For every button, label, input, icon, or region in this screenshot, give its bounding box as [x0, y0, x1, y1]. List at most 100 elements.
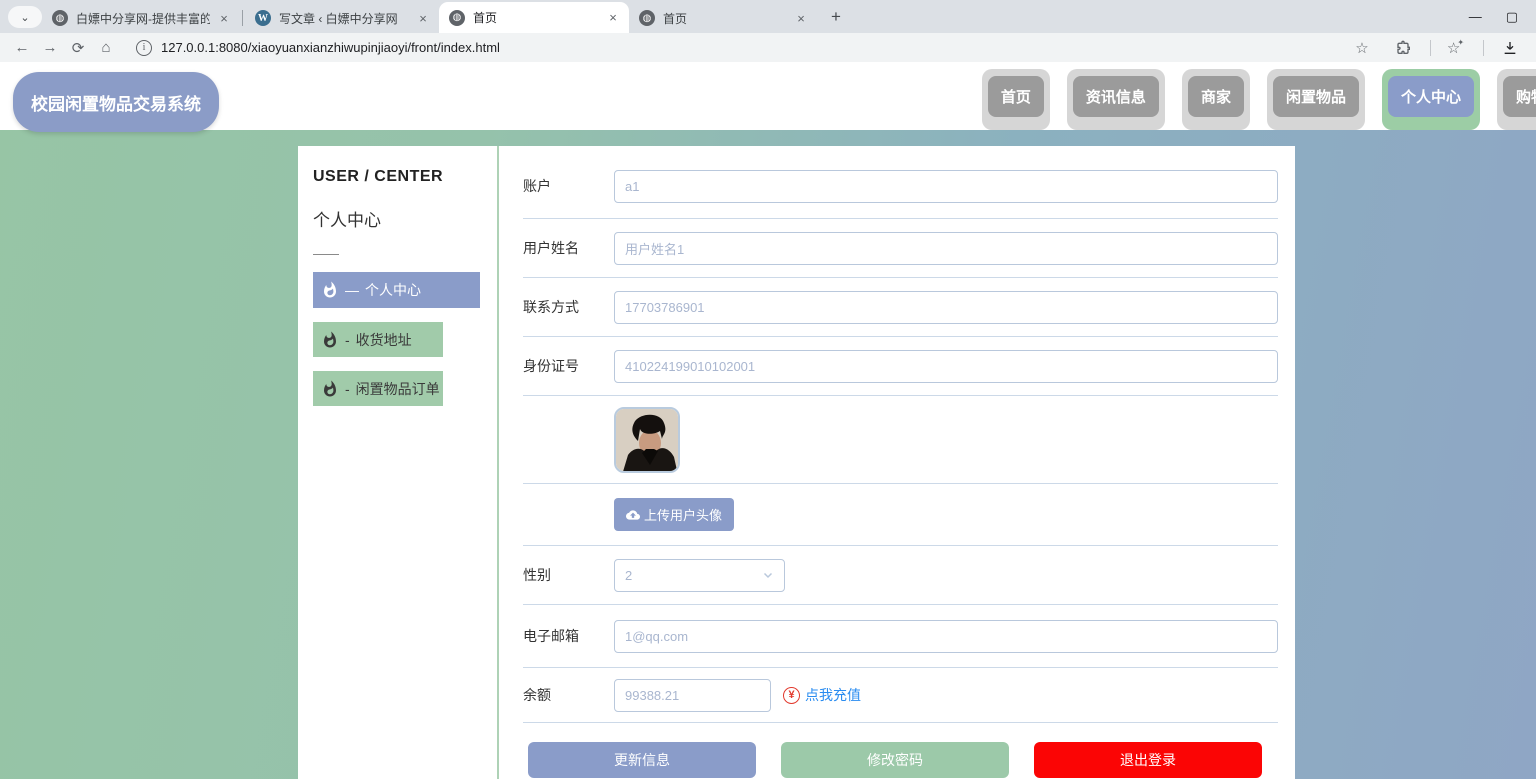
nav-user-center[interactable]: 个人中心	[1381, 69, 1480, 130]
sidebar-item-user-center[interactable]: — 个人中心	[313, 272, 480, 308]
phone-input[interactable]	[614, 290, 1278, 324]
nav-label: 个人中心	[1387, 76, 1474, 117]
account-input[interactable]	[614, 169, 1278, 203]
update-info-button[interactable]: 更新信息	[528, 741, 756, 778]
nav-label: 首页	[987, 76, 1044, 117]
field-label: 余额	[523, 687, 551, 703]
reload-icon[interactable]: ⟳	[66, 36, 90, 60]
url-text[interactable]: 127.0.0.1:8080/xiaoyuanxianzhiwupinjiaoy…	[161, 40, 1350, 55]
extensions-puzzle-icon[interactable]	[1392, 36, 1416, 60]
globe-favicon-icon: ◍	[52, 10, 68, 26]
tab-search-button[interactable]: ⌄	[8, 6, 42, 28]
form-row-phone: 联系方式	[523, 278, 1278, 337]
browser-tab-3-active[interactable]: ◍ 首页 ×	[439, 2, 629, 33]
nav-home[interactable]: 首页	[981, 69, 1050, 130]
form-row-avatar	[523, 396, 1278, 484]
toolbar-right-icons: ☆ ✦	[1392, 36, 1526, 60]
form-row-idcard: 身份证号	[523, 337, 1278, 396]
form-row-username: 用户姓名	[523, 219, 1278, 278]
field-label: 联系方式	[523, 299, 579, 315]
gender-value: 2	[625, 567, 633, 583]
email-input[interactable]	[614, 619, 1278, 653]
home-icon[interactable]: ⌂	[94, 36, 118, 60]
flame-icon	[324, 380, 336, 396]
sidebar-item-dash: -	[345, 380, 350, 397]
new-tab-button[interactable]: +	[823, 4, 849, 30]
back-icon[interactable]: ←	[10, 36, 34, 60]
browser-toolbar: ← → ⟳ ⌂ i 127.0.0.1:8080/xiaoyuanxianzhi…	[0, 33, 1536, 62]
tab-title: 首页	[473, 11, 498, 25]
sidebar-item-dash: —	[345, 282, 359, 298]
forward-icon[interactable]: →	[38, 36, 62, 60]
tab-close-icon[interactable]: ×	[793, 10, 809, 26]
form-row-email: 电子邮箱	[523, 605, 1278, 668]
sidebar-item-label: 闲置物品订单	[355, 380, 440, 397]
bookmark-star-icon[interactable]: ☆	[1350, 36, 1374, 60]
tab-title: 白嫖中分享网-提供丰富的 Java	[76, 11, 210, 26]
nav-label: 闲置物品	[1272, 76, 1359, 117]
recharge-area: ¥ 点我充值	[783, 685, 861, 705]
sparkle-star-icon[interactable]: ☆ ✦	[1445, 36, 1469, 60]
logout-button[interactable]: 退出登录	[1034, 741, 1262, 778]
nav-news[interactable]: 资讯信息	[1066, 69, 1165, 130]
nav-idle-goods[interactable]: 闲置物品	[1266, 69, 1365, 130]
field-label: 账户	[523, 178, 551, 194]
upload-avatar-button[interactable]: 上传用户头像	[614, 498, 735, 531]
form-row-account: 账户	[523, 146, 1278, 219]
browser-window: ⌄ ◍ 白嫖中分享网-提供丰富的 Java × W 写文章 ‹ 白嫖中分享网 ×…	[0, 0, 1536, 779]
nav-merchant[interactable]: 商家	[1181, 69, 1250, 130]
sidebar: USER / CENTER 个人中心 — 个人中心 - 收货地址 - 闲置物品订…	[298, 146, 499, 779]
globe-favicon-icon: ◍	[449, 9, 465, 26]
sidebar-item-label: 个人中心	[365, 282, 421, 298]
browser-tab-4[interactable]: ◍ 首页 ×	[629, 3, 817, 33]
wordpress-favicon-icon: W	[255, 10, 271, 26]
field-label: 性别	[523, 567, 551, 583]
sidebar-item-orders[interactable]: - 闲置物品订单	[313, 371, 443, 406]
nav-cart[interactable]: 购物车	[1496, 69, 1536, 130]
tab-separator	[242, 10, 243, 26]
tab-close-icon[interactable]: ×	[605, 10, 621, 26]
download-icon[interactable]	[1498, 36, 1522, 60]
tab-close-icon[interactable]: ×	[216, 10, 232, 26]
sidebar-item-dash: -	[345, 331, 350, 348]
yen-circle-icon: ¥	[783, 686, 800, 704]
tab-strip: ⌄ ◍ 白嫖中分享网-提供丰富的 Java × W 写文章 ‹ 白嫖中分享网 ×…	[0, 0, 1536, 33]
form-row-upload: 上传用户头像	[523, 484, 1278, 546]
idcard-input[interactable]	[614, 349, 1278, 383]
tab-close-icon[interactable]: ×	[415, 10, 431, 26]
balance-input[interactable]	[614, 678, 771, 712]
flame-icon	[324, 281, 336, 298]
sidebar-item-label: 收货地址	[355, 331, 412, 348]
change-password-button[interactable]: 修改密码	[781, 741, 1009, 778]
gender-select[interactable]: 2	[614, 558, 785, 592]
address-bar[interactable]: i 127.0.0.1:8080/xiaoyuanxianzhiwupinjia…	[128, 36, 1382, 60]
tab-title: 写文章 ‹ 白嫖中分享网	[279, 11, 398, 26]
toolbar-divider	[1430, 39, 1431, 56]
toolbar-divider	[1483, 39, 1484, 56]
sidebar-item-address[interactable]: - 收货地址	[313, 322, 443, 357]
nav-label: 购物车	[1502, 76, 1536, 117]
browser-tab-2[interactable]: W 写文章 ‹ 白嫖中分享网 ×	[245, 3, 439, 33]
browser-tab-1[interactable]: ◍ 白嫖中分享网-提供丰富的 Java ×	[42, 3, 240, 33]
globe-favicon-icon: ◍	[639, 10, 655, 26]
sidebar-menu: — 个人中心 - 收货地址 - 闲置物品订单	[313, 272, 497, 406]
flame-icon	[324, 331, 336, 347]
form-actions: 更新信息 修改密码 退出登录	[523, 723, 1278, 779]
recharge-link[interactable]: 点我充值	[805, 685, 861, 705]
sidebar-subheading: 个人中心	[313, 211, 381, 230]
upload-button-label: 上传用户头像	[644, 508, 723, 523]
sidebar-divider	[313, 254, 339, 255]
field-label: 身份证号	[523, 358, 579, 374]
form-row-gender: 性别 2	[523, 546, 1278, 605]
sidebar-heading: USER / CENTER	[313, 168, 444, 185]
site-info-icon[interactable]: i	[136, 39, 152, 56]
web-page: 校园闲置物品交易系统 首页 资讯信息 商家 闲置物品 个人中心 购物车 USER…	[0, 62, 1536, 779]
field-label: 用户姓名	[523, 240, 579, 256]
site-header: 校园闲置物品交易系统 首页 资讯信息 商家 闲置物品 个人中心 购物车	[0, 62, 1536, 132]
site-logo: 校园闲置物品交易系统	[13, 72, 219, 132]
form-row-balance: 余额 ¥ 点我充值	[523, 668, 1278, 723]
maximize-button[interactable]: ▢	[1506, 9, 1518, 25]
username-input[interactable]	[614, 231, 1278, 265]
nav-label: 商家	[1187, 76, 1244, 117]
minimize-button[interactable]: —	[1469, 9, 1482, 24]
